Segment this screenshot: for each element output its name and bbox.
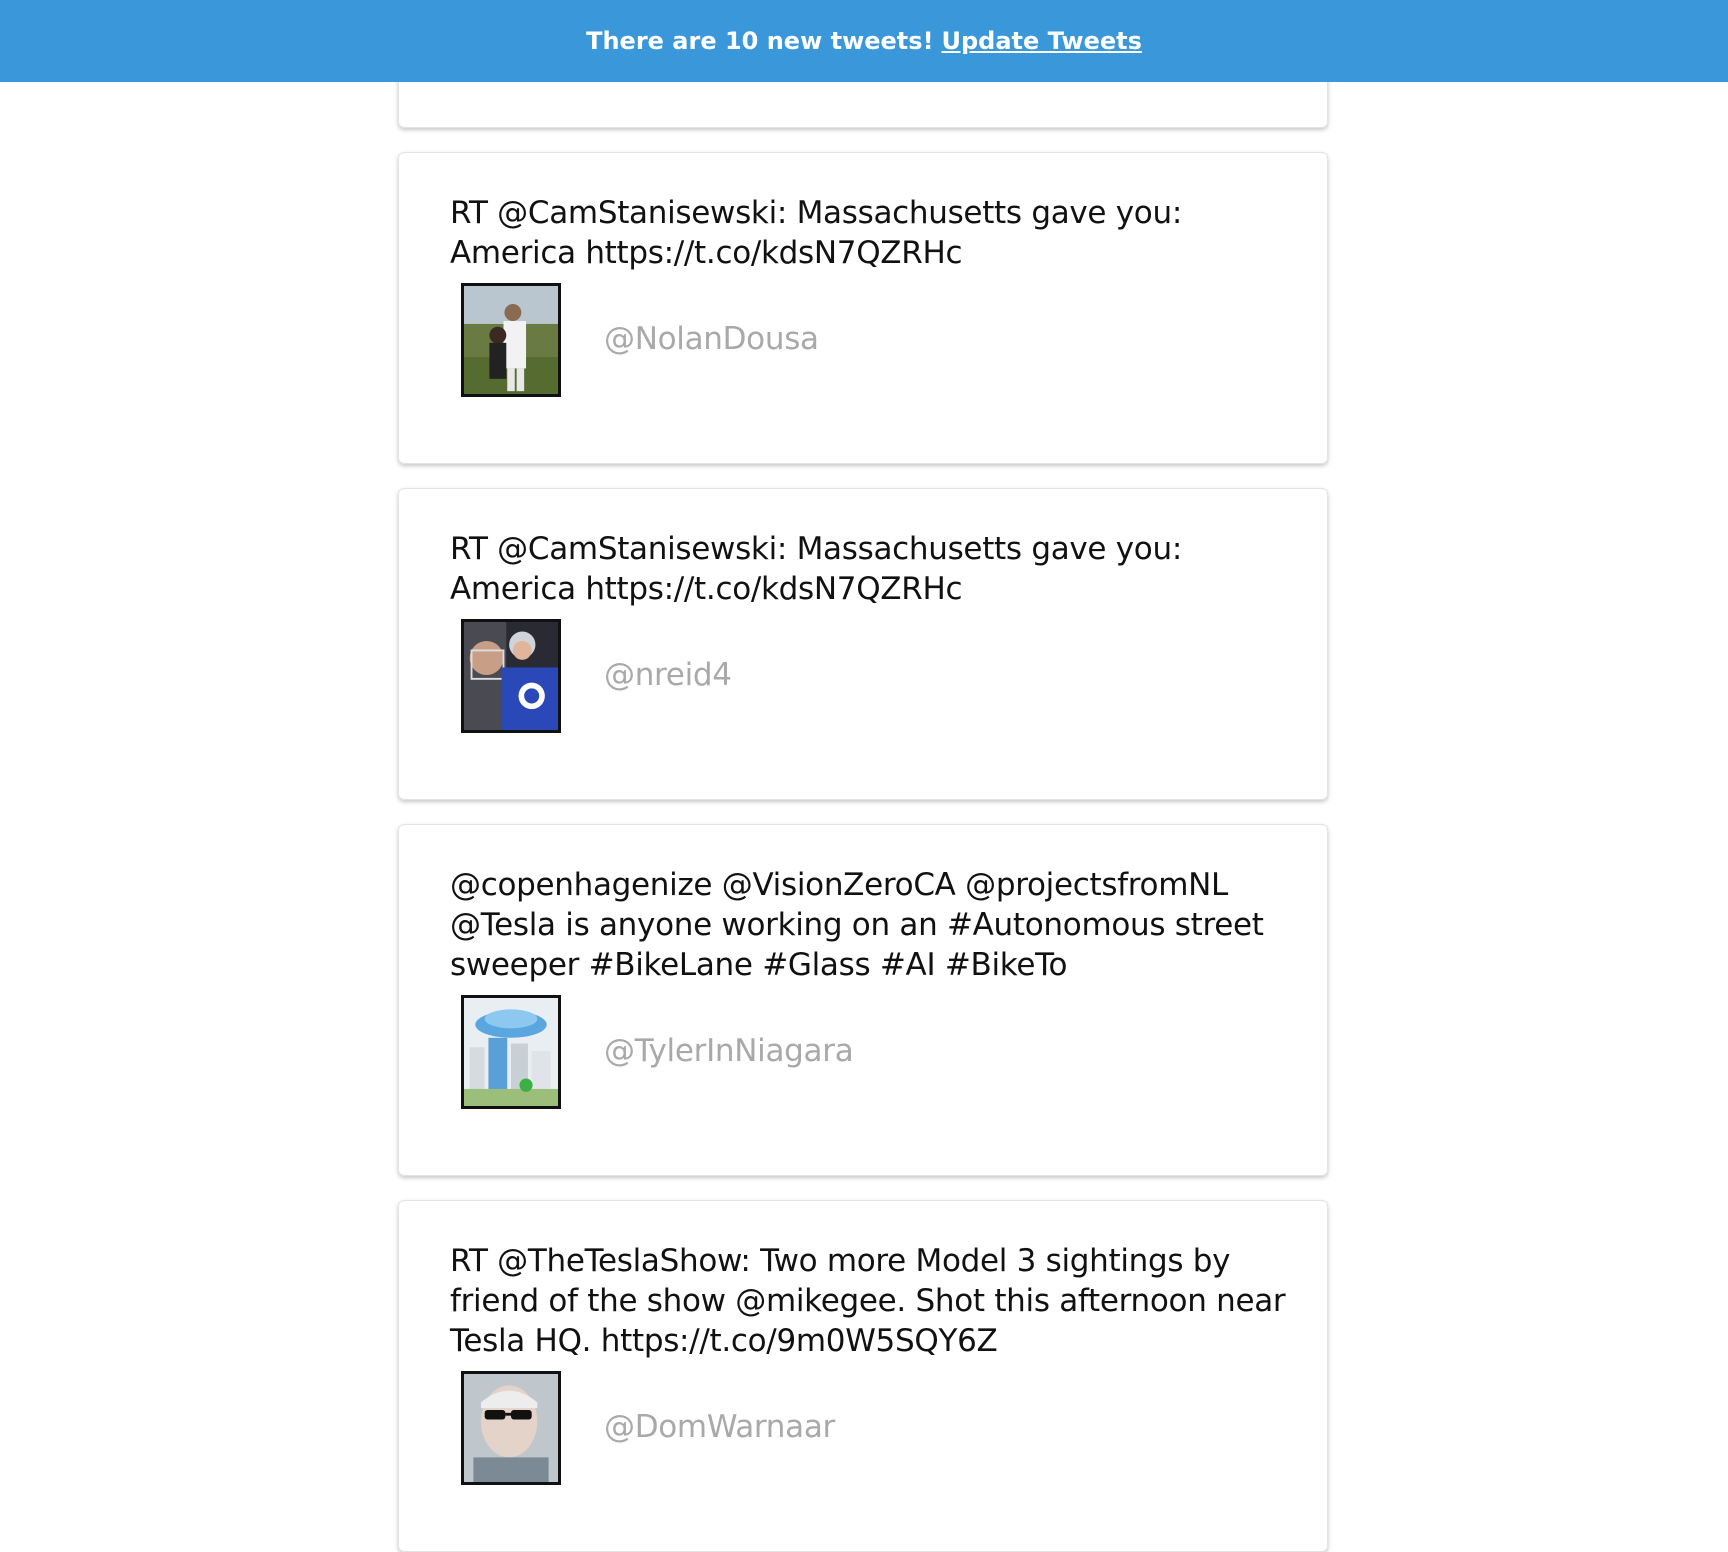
sunglasses-selfie-avatar-image bbox=[464, 1374, 558, 1482]
tweet-card: RT @CamStanisewski: Massachusetts gave y… bbox=[398, 152, 1328, 464]
tweet-card: RT @CamStanisewski: Massachusetts gave y… bbox=[398, 488, 1328, 800]
update-tweets-link[interactable]: Update Tweets bbox=[942, 27, 1142, 55]
tweet-card: RT @TheTeslaShow: Two more Model 3 sight… bbox=[398, 1200, 1328, 1552]
tweet-text: RT @TheTeslaShow: Two more Model 3 sight… bbox=[450, 1243, 1286, 1359]
tweet-text: @copenhagenize @VisionZeroCA @projectsfr… bbox=[450, 867, 1264, 983]
tweet-card: @copenhagenize @VisionZeroCA @projectsfr… bbox=[398, 824, 1328, 1176]
tweet-text: RT @CamStanisewski: Massachusetts gave y… bbox=[450, 195, 1182, 271]
user-avatar[interactable] bbox=[461, 619, 561, 733]
hockey-selfie-avatar-image bbox=[464, 622, 558, 730]
tweet-handle[interactable]: @DomWarnaar bbox=[604, 1409, 835, 1445]
baseball-photo-avatar-image bbox=[464, 286, 558, 394]
tweet-handle[interactable]: @NolanDousa bbox=[604, 321, 819, 357]
new-tweets-banner: There are 10 new tweets! Update Tweets bbox=[0, 0, 1728, 82]
tweet-handle[interactable]: @TylerInNiagara bbox=[604, 1033, 854, 1069]
user-avatar[interactable] bbox=[461, 283, 561, 397]
city-cloud-avatar-image bbox=[464, 998, 558, 1106]
tweet-text: RT @CamStanisewski: Massachusetts gave y… bbox=[450, 531, 1182, 607]
user-avatar[interactable] bbox=[461, 1371, 561, 1485]
user-avatar[interactable] bbox=[461, 995, 561, 1109]
banner-message: There are 10 new tweets! bbox=[586, 27, 934, 55]
tweet-handle[interactable]: @nreid4 bbox=[604, 657, 732, 693]
